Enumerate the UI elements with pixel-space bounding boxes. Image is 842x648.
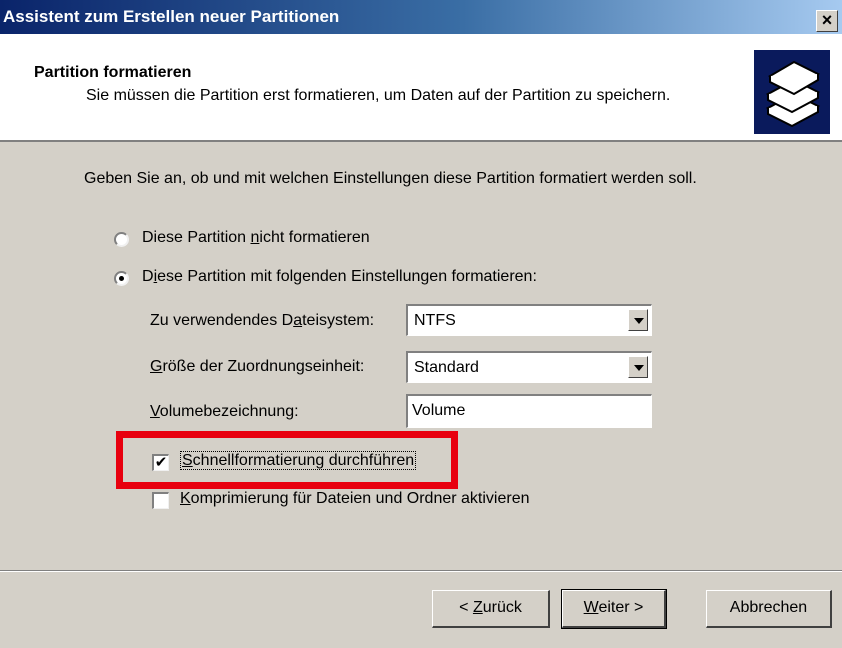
compression-label: Komprimierung für Dateien und Ordner akt…	[180, 490, 530, 507]
radio-dot-icon	[119, 276, 124, 281]
radio-format-label: Diese Partition mit folgenden Einstellun…	[142, 268, 537, 285]
radio-button-selected[interactable]	[114, 271, 129, 286]
filesystem-select[interactable]: NTFS	[406, 304, 652, 336]
wizard-header: Partition formatieren Sie müssen die Par…	[0, 34, 842, 142]
chevron-down-icon[interactable]	[628, 309, 648, 331]
chevron-down-icon[interactable]	[628, 356, 648, 378]
volume-label-value: Volume	[412, 402, 466, 419]
quick-format-label: Schnellformatierung durchführen	[180, 451, 417, 470]
volume-label-label: Volumebezeichnung:	[150, 403, 299, 420]
radio-no-format-label: Diese Partition nicht formatieren	[142, 229, 370, 246]
page-title: Partition formatieren	[34, 64, 192, 81]
page-subtitle: Sie müssen die Partition erst formatiere…	[86, 87, 671, 104]
cancel-button[interactable]: Abbrechen	[706, 590, 832, 628]
quick-format-checkbox[interactable]: ✔	[152, 454, 169, 471]
allocation-unit-select[interactable]: Standard	[406, 351, 652, 383]
next-button[interactable]: Weiter >	[561, 589, 667, 629]
allocation-unit-label: Größe der Zuordnungseinheit:	[150, 358, 365, 375]
volume-label-input[interactable]: Volume	[406, 394, 652, 428]
filesystem-value: NTFS	[414, 312, 456, 329]
window-title: Assistent zum Erstellen neuer Partitione…	[3, 7, 340, 26]
footer-separator-highlight	[0, 571, 842, 572]
filesystem-label: Zu verwendendes Dateisystem:	[150, 312, 375, 329]
radio-button-unselected[interactable]	[114, 232, 129, 247]
back-button[interactable]: < Zurück	[432, 590, 550, 628]
title-bar: Assistent zum Erstellen neuer Partitione…	[0, 0, 842, 34]
allocation-unit-value: Standard	[414, 359, 479, 376]
stacked-disks-icon	[754, 50, 830, 134]
close-icon: ×	[821, 10, 833, 30]
close-button[interactable]: ×	[816, 10, 838, 32]
compression-checkbox[interactable]	[152, 492, 169, 509]
intro-text: Geben Sie an, ob und mit welchen Einstel…	[84, 170, 697, 187]
checkmark-icon: ✔	[154, 454, 168, 471]
